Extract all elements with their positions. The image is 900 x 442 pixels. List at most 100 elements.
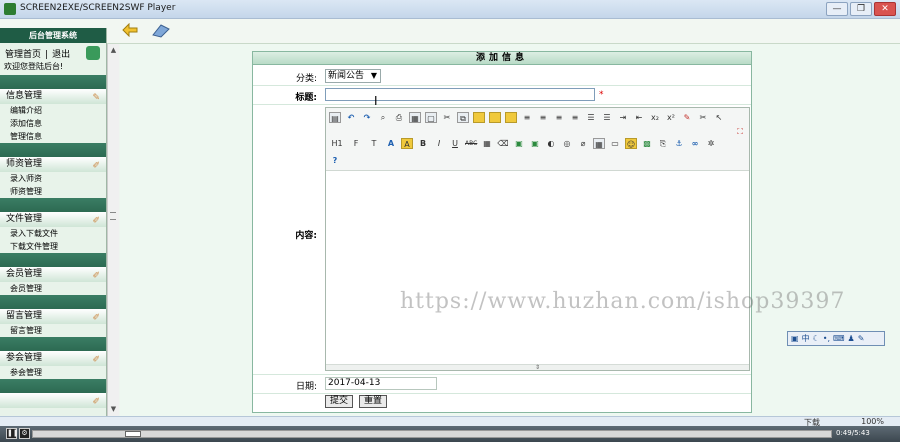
print-icon[interactable]: ⎙ xyxy=(393,112,405,123)
pagebreak-icon[interactable]: ⎘ xyxy=(657,138,669,149)
minimize-button[interactable]: — xyxy=(826,2,848,16)
ime-toolbar[interactable]: ▣ 中 ☾ •, ⌨ ♟ ✎ xyxy=(787,331,885,346)
cut-icon[interactable]: ✂ xyxy=(441,112,453,123)
refresh-icon[interactable] xyxy=(151,23,171,39)
section-header-info[interactable]: 信息管理 ✎ xyxy=(0,89,106,104)
superscript-icon[interactable]: x² xyxy=(665,112,677,123)
category-select[interactable]: 新闻公告 ▼ xyxy=(325,69,381,83)
sidebar-item-manage-teacher[interactable]: 师资管理 xyxy=(0,185,106,198)
section-header-messages[interactable]: 留言管理 ✐ xyxy=(0,309,106,324)
copy-icon[interactable]: ⧉ xyxy=(457,112,469,123)
eraser-icon[interactable]: ⌫ xyxy=(497,138,509,149)
image-icon[interactable]: ▣ xyxy=(513,138,525,149)
font-size-icon[interactable]: T xyxy=(367,138,381,149)
home-link[interactable]: 管理首页 xyxy=(5,50,41,60)
back-arrow-icon[interactable] xyxy=(122,23,138,37)
seek-thumb[interactable] xyxy=(125,431,141,437)
zoom-level[interactable]: 100% xyxy=(861,417,884,426)
indent-icon[interactable]: ⇥ xyxy=(617,112,629,123)
attachment-icon[interactable]: ⌀ xyxy=(577,138,589,149)
font-color-icon[interactable]: A xyxy=(385,138,397,149)
scroll-grip-icon[interactable] xyxy=(110,212,116,220)
sidebar-item-edit-intro[interactable]: 编辑介绍 xyxy=(0,104,106,117)
section-header-teachers[interactable]: 师资管理 ✐ xyxy=(0,157,106,172)
table-icon[interactable]: ▦ xyxy=(593,138,605,149)
subscript-icon[interactable]: x₂ xyxy=(649,112,661,123)
link-icon[interactable]: ∞ xyxy=(689,138,701,149)
source-icon[interactable]: ▤ xyxy=(329,112,341,123)
clear-format-icon[interactable]: ✎ xyxy=(681,112,693,123)
ime-keyboard-icon[interactable]: ⌨ xyxy=(833,334,845,343)
ime-user-icon[interactable]: ♟ xyxy=(848,334,855,343)
submit-button[interactable]: 提交 xyxy=(325,395,354,408)
unordered-list-icon[interactable]: ☰ xyxy=(601,112,613,123)
undo-icon[interactable]: ↶ xyxy=(345,112,357,123)
line-height-icon[interactable]: ▦ xyxy=(481,138,493,149)
scroll-up-arrow-icon[interactable]: ▲ xyxy=(109,46,118,55)
section-header-extra[interactable]: ✐ xyxy=(0,393,106,408)
paste-word-icon[interactable] xyxy=(505,112,517,123)
align-left-icon[interactable]: ≡ xyxy=(521,112,533,123)
ime-tool-icon[interactable]: ✎ xyxy=(858,334,865,343)
preview-icon[interactable]: ⌕ xyxy=(377,112,389,123)
pointer-icon[interactable]: ↖ xyxy=(713,112,725,123)
anchor-icon[interactable]: ⚓ xyxy=(673,138,685,149)
hr-icon[interactable]: ▭ xyxy=(609,138,621,149)
reset-button[interactable]: 重置 xyxy=(359,395,388,408)
scroll-down-arrow-icon[interactable]: ▼ xyxy=(109,405,118,414)
sidebar-item-manage-message[interactable]: 留言管理 xyxy=(0,324,106,337)
restore-button[interactable]: ❐ xyxy=(850,2,872,16)
code-icon[interactable]: ▢ xyxy=(425,112,437,123)
ime-punct-icon[interactable]: •, xyxy=(823,334,830,343)
paste-text-icon[interactable] xyxy=(489,112,501,123)
sidebar-item-add-teacher[interactable]: 录入师资 xyxy=(0,172,106,185)
select-all-icon[interactable]: ✂ xyxy=(697,112,709,123)
sidebar-item-manage-file[interactable]: 下载文件管理 xyxy=(0,240,106,253)
close-button[interactable]: ✕ xyxy=(874,2,896,16)
unlink-icon[interactable]: ✲ xyxy=(705,138,717,149)
highlight-icon[interactable]: A xyxy=(401,138,413,149)
font-family-icon[interactable]: F xyxy=(349,138,363,149)
ime-lang-label[interactable]: 中 xyxy=(802,333,810,344)
ordered-list-icon[interactable]: ☰ xyxy=(585,112,597,123)
sidebar-item-add-info[interactable]: 添加信息 xyxy=(0,117,106,130)
section-header-meetings[interactable]: 参会管理 ✐ xyxy=(0,351,106,366)
bold-icon[interactable]: B xyxy=(417,138,429,149)
section-header-files[interactable]: 文件管理 ✐ xyxy=(0,212,106,227)
section-header-members[interactable]: 会员管理 ✐ xyxy=(0,267,106,282)
date-input[interactable]: 2017-04-13 xyxy=(325,377,437,390)
italic-icon[interactable]: I xyxy=(433,138,445,149)
sidebar-scrollbar[interactable]: ▲ ▼ xyxy=(107,44,119,416)
multi-image-icon[interactable]: ▣ xyxy=(529,138,541,149)
ime-moon-icon[interactable]: ☾ xyxy=(813,334,820,343)
underline-icon[interactable]: U xyxy=(449,138,461,149)
emoticon-icon[interactable]: ☺ xyxy=(625,138,637,149)
seek-bar[interactable] xyxy=(32,430,832,438)
outdent-icon[interactable]: ⇤ xyxy=(633,112,645,123)
ime-settings-icon[interactable]: ▣ xyxy=(791,334,799,343)
sidebar-item-add-file[interactable]: 录入下载文件 xyxy=(0,227,106,240)
heading-icon[interactable]: H1 xyxy=(329,138,345,149)
help-icon[interactable]: ? xyxy=(329,155,341,166)
editor-resize-handle[interactable]: ⇕ xyxy=(326,364,749,371)
sidebar-item-manage-member[interactable]: 会员管理 xyxy=(0,282,106,295)
media-icon[interactable]: ◎ xyxy=(561,138,573,149)
align-right-icon[interactable]: ≡ xyxy=(553,112,565,123)
redo-icon[interactable]: ↷ xyxy=(361,112,373,123)
logout-link[interactable]: 退出 xyxy=(52,50,70,60)
section-divider xyxy=(0,253,106,267)
align-center-icon[interactable]: ≡ xyxy=(537,112,549,123)
template-icon[interactable]: ▦ xyxy=(409,112,421,123)
fullscreen-icon[interactable]: ⛶ xyxy=(734,126,746,137)
paste-icon[interactable] xyxy=(473,112,485,123)
strikethrough-icon[interactable]: ABC xyxy=(465,138,477,149)
settings-icon[interactable]: ⚙ xyxy=(19,428,30,439)
align-justify-icon[interactable]: ≡ xyxy=(569,112,581,123)
editor-content-area[interactable] xyxy=(326,171,749,368)
pause-icon[interactable]: ❚❚ xyxy=(6,428,19,439)
title-input[interactable] xyxy=(325,88,595,101)
map-icon[interactable]: ▩ xyxy=(641,138,653,149)
sidebar-item-manage-meeting[interactable]: 参会管理 xyxy=(0,366,106,379)
sidebar-item-manage-info[interactable]: 管理信息 xyxy=(0,130,106,143)
flash-icon[interactable]: ◐ xyxy=(545,138,557,149)
